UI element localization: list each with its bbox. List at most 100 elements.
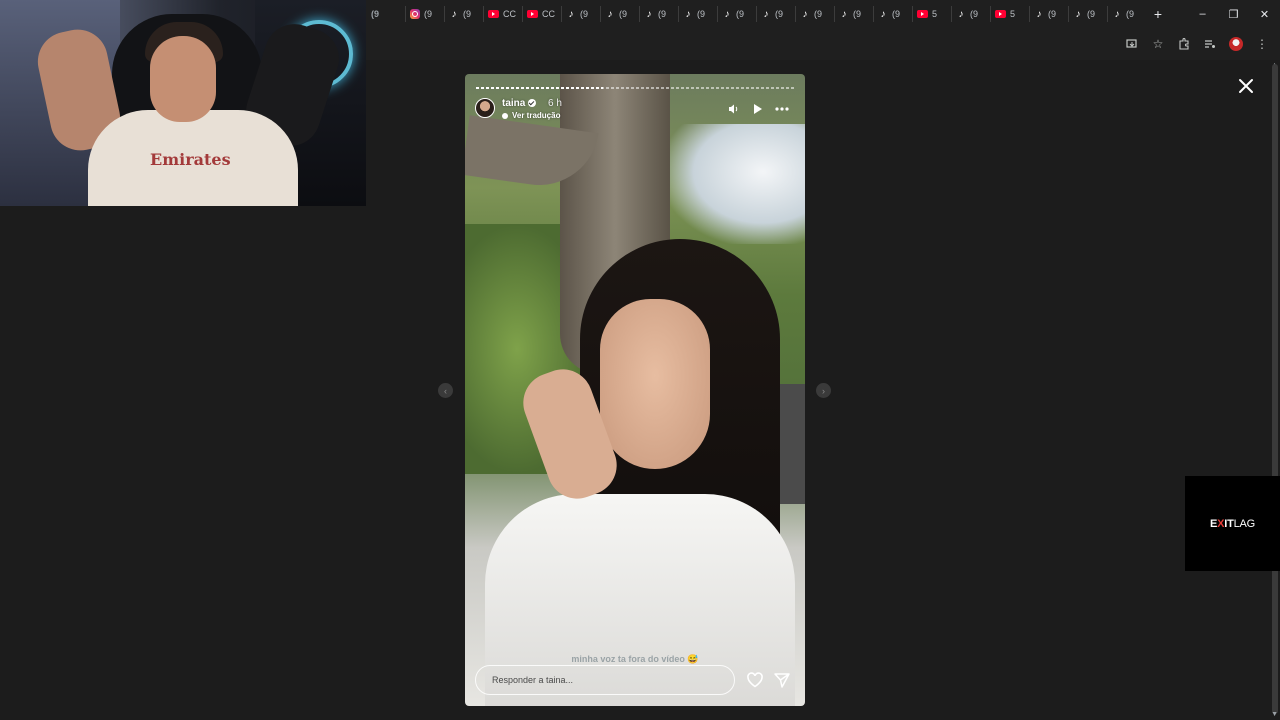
reply-field-container[interactable] [475, 665, 735, 695]
tab-label: (9 [580, 9, 589, 19]
story-progress-bar [476, 87, 794, 89]
close-story-button[interactable] [1236, 76, 1256, 96]
browser-tab[interactable]: ♪ (9 [756, 6, 795, 22]
browser-tab[interactable]: ♪ (9 [795, 6, 834, 22]
browser-tab[interactable]: ♪ (9 [717, 6, 756, 22]
browser-tab[interactable]: (9 [405, 6, 444, 22]
tab-label: (9 [1087, 9, 1096, 19]
media-controls-icon[interactable] [1198, 34, 1222, 54]
extensions-icon[interactable] [1172, 34, 1196, 54]
tab-label: CC [542, 9, 555, 19]
toolbar-icons: ☆ ⋮ [1120, 34, 1274, 54]
story-header: taina 6 h Ver tradução [475, 96, 795, 126]
tab-label: 5 [932, 9, 938, 19]
ad-text-part3: LAG [1233, 517, 1256, 530]
browser-tab[interactable]: ♪ (9 [1068, 6, 1107, 22]
previous-story-button[interactable]: ‹ [438, 383, 453, 398]
tab-label: CC [503, 9, 516, 19]
youtube-icon [995, 10, 1006, 18]
translate-icon [502, 112, 508, 119]
tab-label: (9 [424, 9, 433, 19]
scroll-down-icon[interactable]: ▼ [1271, 711, 1278, 718]
scroll-thumb[interactable] [1272, 64, 1278, 714]
next-story-button[interactable]: › [816, 383, 831, 398]
translate-label: Ver tradução [512, 111, 561, 120]
reply-input[interactable] [490, 674, 724, 686]
profile-avatar[interactable] [1224, 34, 1248, 54]
speaker-icon [729, 104, 738, 114]
bookmark-star-icon[interactable]: ☆ [1146, 34, 1170, 54]
tiktok-icon: ♪ [763, 8, 769, 20]
translate-link[interactable]: Ver tradução [502, 111, 560, 120]
browser-menu-icon[interactable]: ⋮ [1250, 34, 1274, 54]
ad-text-part2: IT [1224, 517, 1234, 530]
browser-tab[interactable]: ♪ (9 [678, 6, 717, 22]
webcam-shirt-text: Emirates [150, 150, 231, 169]
tab-label: (9 [736, 9, 745, 19]
browser-tab[interactable]: ♪ (9 [444, 6, 483, 22]
instagram-icon [410, 9, 420, 19]
close-icon [1239, 79, 1253, 93]
tab-label: (9 [1126, 9, 1135, 19]
story-sky [665, 124, 805, 244]
restore-button[interactable]: ❐ [1218, 0, 1249, 28]
minimize-button[interactable]: – [1187, 0, 1218, 28]
tiktok-icon: ♪ [724, 8, 730, 20]
close-window-button[interactable]: ✕ [1249, 0, 1280, 28]
generic-icon: (9 [370, 9, 379, 19]
new-tab-button[interactable]: + [1146, 6, 1170, 22]
exitlag-ad-overlay: E X IT LAG [1185, 476, 1280, 571]
youtube-icon [917, 10, 928, 18]
browser-tab[interactable]: 5 [990, 6, 1029, 22]
tab-label: (9 [619, 9, 628, 19]
play-button[interactable] [751, 102, 765, 116]
story-timestamp: 6 h [548, 98, 562, 109]
tiktok-icon: ♪ [1114, 8, 1120, 20]
tab-label: (9 [970, 9, 979, 19]
tiktok-icon: ♪ [646, 8, 652, 20]
browser-tab[interactable]: CC [522, 6, 561, 22]
webcam-face [150, 36, 216, 122]
tiktok-icon: ♪ [1036, 8, 1042, 20]
tab-label: (9 [463, 9, 472, 19]
tiktok-icon: ♪ [685, 8, 691, 20]
more-dots-icon [775, 107, 789, 111]
tab-label: (9 [853, 9, 862, 19]
ad-text-accent: X [1217, 517, 1225, 530]
share-button[interactable] [773, 671, 791, 689]
webcam-overlay: Emirates [0, 0, 366, 206]
tab-list: (9 (9 ♪ (9 CC CC ♪ (9 ♪ (9 ♪ (9 ♪ (9 ♪ (9 ♪ (9 ♪ (9 ♪ (9 ♪ (9 5 ♪… [366, 6, 1170, 22]
browser-tab[interactable]: (9 [366, 6, 405, 22]
browser-tab[interactable]: 5 [912, 6, 951, 22]
browser-tab[interactable]: ♪ (9 [1107, 6, 1146, 22]
story-user-avatar[interactable] [475, 98, 495, 118]
verified-badge-icon [528, 99, 536, 107]
tab-label: (9 [892, 9, 901, 19]
browser-tab[interactable]: ♪ (9 [1029, 6, 1068, 22]
address-bar[interactable] [368, 32, 1108, 56]
story-controls [727, 102, 789, 116]
story-username[interactable]: taina [502, 98, 525, 109]
tiktok-icon: ♪ [451, 8, 457, 20]
ad-text-part1: E [1209, 517, 1218, 530]
browser-tab[interactable]: ♪ (9 [951, 6, 990, 22]
like-button[interactable] [746, 671, 764, 689]
browser-tab[interactable]: CC [483, 6, 522, 22]
browser-tab[interactable]: ♪ (9 [561, 6, 600, 22]
more-options-button[interactable] [775, 102, 789, 116]
install-app-icon[interactable] [1120, 34, 1144, 54]
mute-button[interactable] [727, 102, 741, 116]
browser-tab[interactable]: ♪ (9 [873, 6, 912, 22]
tab-label: (9 [814, 9, 823, 19]
youtube-icon [488, 10, 499, 18]
send-icon [774, 673, 790, 688]
tiktok-icon: ♪ [880, 8, 886, 20]
browser-tab[interactable]: ♪ (9 [639, 6, 678, 22]
window-controls: – ❐ ✕ [1187, 0, 1280, 28]
story-viewer[interactable]: taina 6 h Ver tradução minha voz ta fora… [465, 74, 805, 706]
tab-label: (9 [697, 9, 706, 19]
tab-label: (9 [1048, 9, 1057, 19]
page-scrollbar[interactable]: ▲ ▼ [1270, 60, 1280, 720]
browser-tab[interactable]: ♪ (9 [600, 6, 639, 22]
browser-tab[interactable]: ♪ (9 [834, 6, 873, 22]
